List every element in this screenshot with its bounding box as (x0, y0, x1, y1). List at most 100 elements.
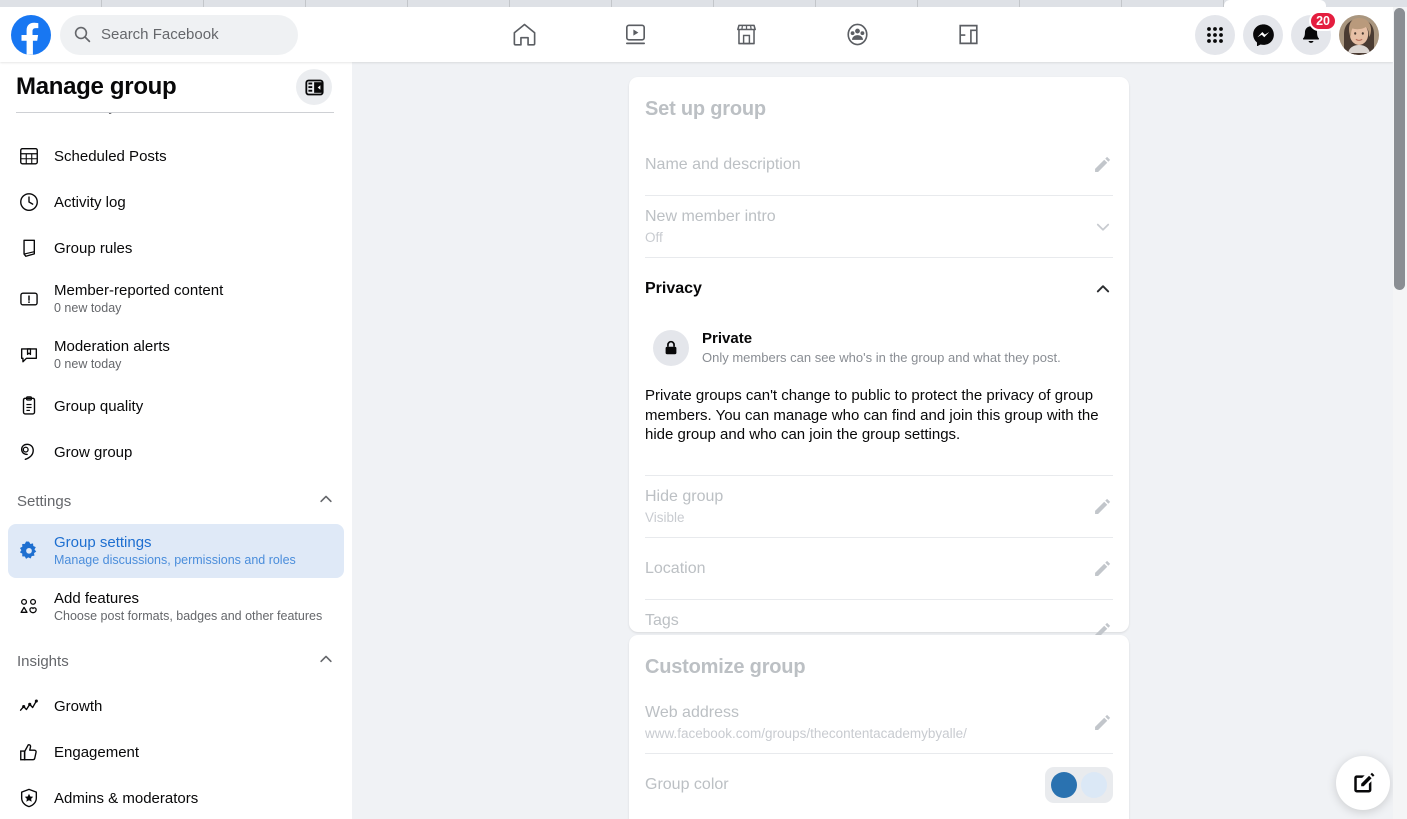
search-input[interactable]: Search Facebook (60, 14, 298, 55)
sidebar-item-activity-log[interactable]: Activity log (8, 180, 344, 224)
browser-tab[interactable] (1122, 0, 1224, 7)
collapse-panel-button[interactable] (296, 69, 332, 105)
sidebar-item-group-quality[interactable]: Group quality (8, 384, 344, 428)
sidebar-item-moderation-alerts[interactable]: Moderation alerts 0 new today (8, 328, 344, 382)
sidebar-item-label: Admins & moderators (54, 789, 199, 807)
privacy-option-description: Only members can see who's in the group … (702, 350, 1061, 365)
collapse-privacy-button[interactable] (1083, 279, 1113, 299)
sidebar-item-label: Moderation alerts (54, 338, 170, 355)
row-name-and-description[interactable]: Name and description (645, 133, 1113, 195)
gaming-icon (959, 24, 978, 45)
group-color-swatches[interactable] (1045, 766, 1113, 803)
thumbs-up-icon (17, 740, 41, 764)
sidebar-item-label: Group settings (54, 534, 152, 551)
sidebar-item-growth[interactable]: Growth (8, 684, 344, 728)
row-group-color[interactable]: Group color (645, 753, 1113, 815)
color-swatch-alternate[interactable] (1081, 771, 1107, 798)
sidebar-section-label: Insights (17, 652, 69, 670)
alert-icon (17, 287, 41, 311)
clipboard-icon (17, 394, 41, 418)
customize-group-title: Customize group (645, 656, 806, 678)
sidebar-section-insights[interactable]: Insights (8, 640, 344, 682)
browser-tab[interactable] (204, 0, 306, 7)
row-text: Hide group Visible (645, 486, 1083, 527)
row-label: Web address (645, 703, 739, 721)
shapes-icon (17, 595, 41, 619)
browser-tab[interactable] (918, 0, 1020, 7)
privacy-explanation-paragraph: Private groups can't change to public to… (645, 387, 1099, 443)
group-settings-main: Set up group Name and description New me… (352, 62, 1393, 819)
row-value: Visible (645, 509, 685, 525)
expand-new-member-intro-button[interactable] (1083, 217, 1113, 237)
edit-location-button[interactable] (1083, 558, 1113, 579)
browser-tab[interactable] (1020, 0, 1122, 7)
privacy-option-private[interactable]: Private Only members can see who's in th… (645, 323, 1113, 369)
browser-tab[interactable] (612, 0, 714, 7)
browser-tab[interactable] (306, 0, 408, 7)
search-icon (74, 26, 91, 43)
sidebar-item-scheduled-posts[interactable]: Scheduled Posts (8, 134, 344, 178)
sidebar-item-grow-group[interactable]: Grow group (8, 430, 344, 474)
browser-tab[interactable] (816, 0, 918, 7)
sidebar-item-sublabel: Manage discussions, permissions and role… (54, 553, 296, 567)
sidebar-section-settings[interactable]: Settings (8, 480, 344, 522)
browser-tab-active[interactable] (1224, 0, 1326, 7)
color-swatch-selected[interactable] (1051, 771, 1077, 798)
sidebar-scroll-region[interactable]: 0 new today Scheduled Posts (0, 62, 352, 819)
row-text: Group color (645, 774, 1045, 795)
sidebar-item-text: Grow group (54, 443, 132, 462)
sidebar-item-add-features[interactable]: Add features Choose post formats, badges… (8, 580, 344, 634)
sidebar-item-member-reported-content[interactable]: Member-reported content 0 new today (8, 272, 344, 326)
browser-tab[interactable] (0, 0, 102, 7)
page-scrollbar-thumb[interactable] (1394, 8, 1405, 290)
sidebar-item-sublabel: 0 new today (54, 357, 122, 371)
row-hide-group[interactable]: Hide group Visible (645, 474, 1113, 537)
nav-tab-video[interactable] (580, 11, 691, 59)
nav-tab-home[interactable] (469, 11, 580, 59)
row-new-member-intro[interactable]: New member intro Off (645, 195, 1113, 257)
privacy-option-name: Private (702, 330, 753, 347)
chevron-down-icon (1096, 223, 1110, 231)
privacy-heading: Privacy (645, 280, 702, 297)
row-web-address[interactable]: Web address www.facebook.com/groups/thec… (645, 691, 1113, 753)
video-play-icon (626, 24, 645, 45)
browser-tab-strip (0, 0, 1407, 7)
sidebar-item-text: Admins & moderators (54, 789, 198, 808)
browser-tab[interactable] (102, 0, 204, 7)
pencil-icon (1095, 156, 1111, 172)
row-privacy-header[interactable]: Privacy (645, 257, 1113, 319)
sidebar-item-group-rules[interactable]: Group rules (8, 226, 344, 270)
sidebar-item-label: Group rules (54, 239, 133, 257)
edit-name-description-button[interactable] (1083, 154, 1113, 175)
edit-web-address-button[interactable] (1083, 712, 1113, 733)
notifications-button[interactable]: 20 (1291, 10, 1337, 55)
browser-tab[interactable] (510, 0, 612, 7)
nav-tab-gaming[interactable] (913, 11, 1024, 59)
messenger-button[interactable] (1243, 14, 1283, 55)
compose-button[interactable] (1336, 756, 1390, 810)
nav-tab-groups[interactable] (802, 11, 913, 59)
edit-hide-group-button[interactable] (1083, 496, 1113, 517)
row-label: Group color (645, 776, 729, 793)
row-text: New member intro Off (645, 206, 1083, 247)
marketplace-storefront-icon (737, 24, 756, 45)
row-location[interactable]: Location (645, 536, 1113, 599)
pencil-icon (1095, 560, 1111, 576)
nav-tab-marketplace[interactable] (691, 11, 802, 59)
messenger-icon (1252, 24, 1274, 46)
facebook-logo-icon[interactable] (11, 14, 51, 55)
sidebar-item-admins-moderators[interactable]: Admins & moderators (8, 776, 344, 819)
chevron-up-icon (317, 650, 335, 673)
calendar-grid-icon (17, 144, 41, 168)
sidebar-item-label: Activity log (54, 193, 126, 211)
sidebar-item-engagement[interactable]: Engagement (8, 730, 344, 774)
book-icon (17, 236, 41, 260)
sidebar-item-group-settings[interactable]: Group settings Manage discussions, permi… (8, 524, 344, 578)
sidebar-header: Manage group (0, 62, 352, 112)
sidebar-item-text: Add features Choose post formats, badges… (54, 589, 322, 625)
compose-pencil-icon (1353, 772, 1374, 793)
browser-tab[interactable] (408, 0, 510, 7)
apps-menu-button[interactable] (1195, 14, 1235, 55)
user-avatar[interactable] (1339, 14, 1379, 55)
browser-tab[interactable] (714, 0, 816, 7)
